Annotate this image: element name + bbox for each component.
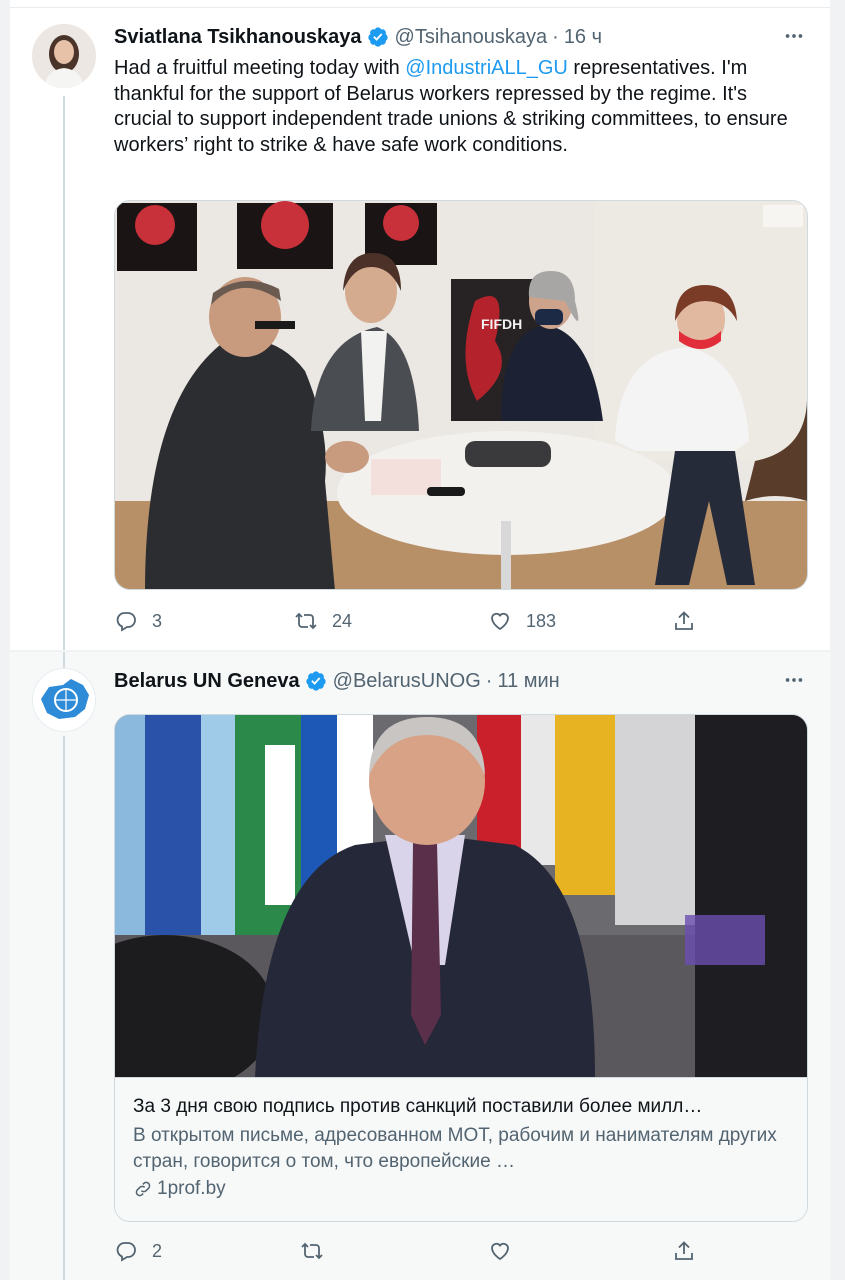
tweet-text: Had a fruitful meeting today with @Indus… — [114, 56, 804, 158]
share-icon — [675, 611, 693, 630]
like-count: 183 — [526, 610, 557, 631]
avatar[interactable] — [32, 24, 96, 88]
reply-button[interactable]: 2 — [114, 1236, 162, 1266]
timestamp[interactable]: 16 ч — [564, 26, 602, 49]
separator: · — [552, 25, 559, 48]
tweet[interactable]: Belarus UN Geneva @BelarusUNOG · 11 мин — [10, 652, 830, 1280]
reply-icon — [116, 1242, 136, 1262]
tweet-text-part: Had a fruitful meeting today with — [114, 57, 406, 79]
author-handle[interactable]: @BelarusUNOG — [333, 670, 481, 693]
link-card-image[interactable] — [115, 715, 807, 1095]
thread-line — [63, 96, 65, 650]
reply-count: 3 — [152, 610, 163, 631]
thread-line — [63, 652, 65, 668]
like-icon — [491, 1242, 509, 1261]
retweet-count: 24 — [332, 610, 353, 631]
link-icon — [135, 1181, 151, 1197]
retweet-button[interactable]: 24 — [294, 606, 352, 636]
tweet-header: Sviatlana Tsikhanouskaya @Tsihanouskaya … — [114, 24, 602, 50]
thread-line — [63, 736, 65, 1280]
mention-link[interactable]: @IndustriALL_GU — [405, 57, 568, 79]
link-card-meta[interactable]: За 3 дня свою подпись против санкций пос… — [115, 1077, 807, 1221]
tweet-photo[interactable]: FIFDH — [114, 200, 808, 590]
tweet-actions: 3 24 183 — [114, 606, 714, 636]
link-domain-text: 1prof.by — [157, 1178, 226, 1199]
more-icon[interactable] — [782, 24, 806, 48]
link-description: В открытом письме, адресованном МОТ, раб… — [133, 1125, 777, 1172]
tweet-actions: 2 — [114, 1236, 714, 1266]
author-name[interactable]: Sviatlana Tsikhanouskaya — [114, 26, 362, 49]
share-icon — [675, 1241, 693, 1260]
retweet-button[interactable] — [300, 1236, 338, 1266]
like-button[interactable]: 183 — [488, 606, 556, 636]
more-icon[interactable] — [782, 668, 806, 692]
like-icon — [491, 612, 509, 631]
timestamp[interactable]: 11 мин — [497, 670, 559, 693]
verified-icon — [305, 670, 327, 692]
link-title[interactable]: За 3 дня свою подпись против санкций пос… — [133, 1094, 789, 1120]
avatar[interactable] — [32, 668, 96, 732]
reply-button[interactable]: 3 — [114, 606, 162, 636]
share-button[interactable] — [672, 1236, 696, 1266]
reply-icon — [116, 612, 136, 632]
tweet-header: Belarus UN Geneva @BelarusUNOG · 11 мин — [114, 668, 560, 694]
reply-count: 2 — [152, 1240, 163, 1261]
top-divider — [10, 0, 830, 8]
banner-logo-text: FIFDH — [481, 316, 522, 332]
retweet-icon — [301, 1242, 323, 1260]
link-card[interactable]: За 3 дня свою подпись против санкций пос… — [114, 714, 808, 1222]
author-name[interactable]: Belarus UN Geneva — [114, 670, 300, 693]
share-button[interactable] — [672, 606, 696, 636]
verified-icon — [367, 26, 389, 48]
author-handle[interactable]: @Tsihanouskaya — [395, 26, 548, 49]
like-button[interactable] — [488, 1236, 526, 1266]
link-domain[interactable]: 1prof.by — [133, 1176, 789, 1202]
separator: · — [485, 669, 493, 692]
tweet[interactable]: Sviatlana Tsikhanouskaya @Tsihanouskaya … — [10, 8, 830, 650]
retweet-icon — [295, 612, 317, 630]
